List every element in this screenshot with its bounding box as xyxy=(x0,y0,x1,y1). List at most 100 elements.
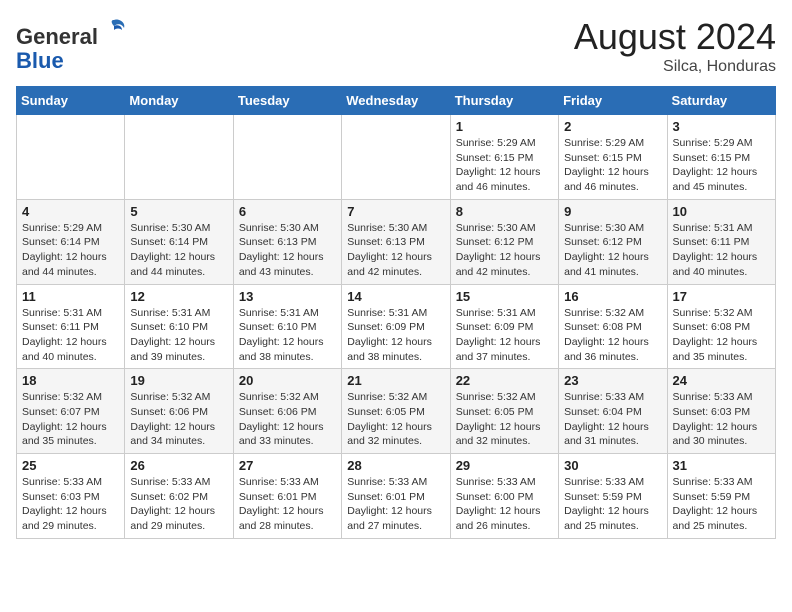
calendar-cell: 27 Sunrise: 5:33 AM Sunset: 6:01 PM Dayli… xyxy=(233,454,341,539)
day-number: 30 xyxy=(564,458,661,473)
calendar-cell: 7 Sunrise: 5:30 AM Sunset: 6:13 PM Daylig… xyxy=(342,199,450,284)
day-info: Sunrise: 5:33 AM Sunset: 6:03 PM Dayligh… xyxy=(673,390,770,449)
calendar-cell: 22 Sunrise: 5:32 AM Sunset: 6:05 PM Dayli… xyxy=(450,369,558,454)
weekday-header-monday: Monday xyxy=(125,87,233,115)
day-info: Sunrise: 5:33 AM Sunset: 6:02 PM Dayligh… xyxy=(130,475,227,534)
title-block: August 2024 Silca, Honduras xyxy=(574,16,776,76)
calendar-week-row: 25Sunrise: 5:33 AM Sunset: 6:03 PM Dayli… xyxy=(17,454,776,539)
logo-blue: Blue xyxy=(16,48,64,73)
calendar-cell: 6Sunrise: 5:30 AM Sunset: 6:13 PM Daylig… xyxy=(233,199,341,284)
calendar-cell: 19 Sunrise: 5:32 AM Sunset: 6:06 PM Dayli… xyxy=(125,369,233,454)
weekday-header-wednesday: Wednesday xyxy=(342,87,450,115)
day-info: Sunrise: 5:30 AM Sunset: 6:13 PM Dayligh… xyxy=(239,221,336,280)
weekday-header-row: SundayMondayTuesdayWednesdayThursdayFrid… xyxy=(17,87,776,115)
day-info: Sunrise: 5:32 AM Sunset: 6:05 PM Dayligh… xyxy=(347,390,444,449)
calendar-cell: 14 Sunrise: 5:31 AM Sunset: 6:09 PM Dayli… xyxy=(342,284,450,369)
calendar-cell: 29Sunrise: 5:33 AM Sunset: 6:00 PM Dayli… xyxy=(450,454,558,539)
calendar-cell: 16 Sunrise: 5:32 AM Sunset: 6:08 PM Dayli… xyxy=(559,284,667,369)
day-info: Sunrise: 5:33 AM Sunset: 6:01 PM Dayligh… xyxy=(347,475,444,534)
day-info: Sunrise: 5:32 AM Sunset: 6:08 PM Dayligh… xyxy=(564,306,661,365)
weekday-header-thursday: Thursday xyxy=(450,87,558,115)
calendar-cell xyxy=(125,115,233,200)
calendar-cell: 12 Sunrise: 5:31 AM Sunset: 6:10 PM Dayli… xyxy=(125,284,233,369)
calendar-cell xyxy=(342,115,450,200)
day-number: 22 xyxy=(456,373,553,388)
calendar-cell xyxy=(17,115,125,200)
calendar-cell: 18 Sunrise: 5:32 AM Sunset: 6:07 PM Dayli… xyxy=(17,369,125,454)
day-number: 27 xyxy=(239,458,336,473)
calendar-table: SundayMondayTuesdayWednesdayThursdayFrid… xyxy=(16,86,776,539)
calendar-cell: 2Sunrise: 5:29 AM Sunset: 6:15 PM Daylig… xyxy=(559,115,667,200)
day-info: Sunrise: 5:31 AM Sunset: 6:11 PM Dayligh… xyxy=(22,306,119,365)
calendar-cell: 10Sunrise: 5:31 AM Sunset: 6:11 PM Dayli… xyxy=(667,199,775,284)
day-number: 15 xyxy=(456,289,553,304)
calendar-cell: 9 Sunrise: 5:30 AM Sunset: 6:12 PM Daylig… xyxy=(559,199,667,284)
day-number: 8 xyxy=(456,204,553,219)
day-info: Sunrise: 5:29 AM Sunset: 6:14 PM Dayligh… xyxy=(22,221,119,280)
day-number: 1 xyxy=(456,119,553,134)
day-number: 16 xyxy=(564,289,661,304)
day-info: Sunrise: 5:32 AM Sunset: 6:07 PM Dayligh… xyxy=(22,390,119,449)
calendar-cell: 1 Sunrise: 5:29 AM Sunset: 6:15 PM Daylig… xyxy=(450,115,558,200)
calendar-week-row: 18 Sunrise: 5:32 AM Sunset: 6:07 PM Dayli… xyxy=(17,369,776,454)
calendar-week-row: 1 Sunrise: 5:29 AM Sunset: 6:15 PM Daylig… xyxy=(17,115,776,200)
day-number: 19 xyxy=(130,373,227,388)
day-info: Sunrise: 5:32 AM Sunset: 6:06 PM Dayligh… xyxy=(239,390,336,449)
day-info: Sunrise: 5:30 AM Sunset: 6:12 PM Dayligh… xyxy=(456,221,553,280)
location-subtitle: Silca, Honduras xyxy=(574,58,776,76)
calendar-cell: 3 Sunrise: 5:29 AM Sunset: 6:15 PM Daylig… xyxy=(667,115,775,200)
calendar-cell: 31 Sunrise: 5:33 AM Sunset: 5:59 PM Dayli… xyxy=(667,454,775,539)
day-number: 29 xyxy=(456,458,553,473)
calendar-cell: 17 Sunrise: 5:32 AM Sunset: 6:08 PM Dayli… xyxy=(667,284,775,369)
day-info: Sunrise: 5:33 AM Sunset: 5:59 PM Dayligh… xyxy=(564,475,661,534)
day-number: 21 xyxy=(347,373,444,388)
day-number: 12 xyxy=(130,289,227,304)
day-number: 17 xyxy=(673,289,770,304)
day-info: Sunrise: 5:31 AM Sunset: 6:09 PM Dayligh… xyxy=(456,306,553,365)
day-info: Sunrise: 5:33 AM Sunset: 6:01 PM Dayligh… xyxy=(239,475,336,534)
calendar-week-row: 4Sunrise: 5:29 AM Sunset: 6:14 PM Daylig… xyxy=(17,199,776,284)
weekday-header-sunday: Sunday xyxy=(17,87,125,115)
day-info: Sunrise: 5:29 AM Sunset: 6:15 PM Dayligh… xyxy=(456,136,553,195)
day-info: Sunrise: 5:31 AM Sunset: 6:11 PM Dayligh… xyxy=(673,221,770,280)
logo: General Blue xyxy=(16,16,128,73)
day-info: Sunrise: 5:30 AM Sunset: 6:12 PM Dayligh… xyxy=(564,221,661,280)
calendar-cell: 20 Sunrise: 5:32 AM Sunset: 6:06 PM Dayli… xyxy=(233,369,341,454)
day-info: Sunrise: 5:32 AM Sunset: 6:05 PM Dayligh… xyxy=(456,390,553,449)
calendar-cell: 21 Sunrise: 5:32 AM Sunset: 6:05 PM Dayli… xyxy=(342,369,450,454)
weekday-header-saturday: Saturday xyxy=(667,87,775,115)
calendar-cell: 23Sunrise: 5:33 AM Sunset: 6:04 PM Dayli… xyxy=(559,369,667,454)
day-info: Sunrise: 5:32 AM Sunset: 6:06 PM Dayligh… xyxy=(130,390,227,449)
day-number: 24 xyxy=(673,373,770,388)
day-info: Sunrise: 5:31 AM Sunset: 6:10 PM Dayligh… xyxy=(130,306,227,365)
day-info: Sunrise: 5:33 AM Sunset: 6:04 PM Dayligh… xyxy=(564,390,661,449)
day-number: 7 xyxy=(347,204,444,219)
calendar-cell: 4Sunrise: 5:29 AM Sunset: 6:14 PM Daylig… xyxy=(17,199,125,284)
calendar-cell: 5Sunrise: 5:30 AM Sunset: 6:14 PM Daylig… xyxy=(125,199,233,284)
month-year-title: August 2024 xyxy=(574,16,776,58)
day-info: Sunrise: 5:29 AM Sunset: 6:15 PM Dayligh… xyxy=(673,136,770,195)
day-number: 18 xyxy=(22,373,119,388)
day-number: 13 xyxy=(239,289,336,304)
day-number: 9 xyxy=(564,204,661,219)
weekday-header-tuesday: Tuesday xyxy=(233,87,341,115)
calendar-cell: 30 Sunrise: 5:33 AM Sunset: 5:59 PM Dayli… xyxy=(559,454,667,539)
day-info: Sunrise: 5:31 AM Sunset: 6:09 PM Dayligh… xyxy=(347,306,444,365)
calendar-cell xyxy=(233,115,341,200)
day-info: Sunrise: 5:33 AM Sunset: 5:59 PM Dayligh… xyxy=(673,475,770,534)
calendar-cell: 15 Sunrise: 5:31 AM Sunset: 6:09 PM Dayli… xyxy=(450,284,558,369)
day-info: Sunrise: 5:31 AM Sunset: 6:10 PM Dayligh… xyxy=(239,306,336,365)
day-number: 3 xyxy=(673,119,770,134)
day-info: Sunrise: 5:32 AM Sunset: 6:08 PM Dayligh… xyxy=(673,306,770,365)
day-info: Sunrise: 5:33 AM Sunset: 6:03 PM Dayligh… xyxy=(22,475,119,534)
day-number: 20 xyxy=(239,373,336,388)
day-number: 14 xyxy=(347,289,444,304)
day-number: 2 xyxy=(564,119,661,134)
calendar-week-row: 11Sunrise: 5:31 AM Sunset: 6:11 PM Dayli… xyxy=(17,284,776,369)
day-number: 31 xyxy=(673,458,770,473)
weekday-header-friday: Friday xyxy=(559,87,667,115)
day-info: Sunrise: 5:30 AM Sunset: 6:13 PM Dayligh… xyxy=(347,221,444,280)
calendar-cell: 13 Sunrise: 5:31 AM Sunset: 6:10 PM Dayli… xyxy=(233,284,341,369)
calendar-cell: 26Sunrise: 5:33 AM Sunset: 6:02 PM Dayli… xyxy=(125,454,233,539)
logo-bird-icon xyxy=(100,16,128,44)
